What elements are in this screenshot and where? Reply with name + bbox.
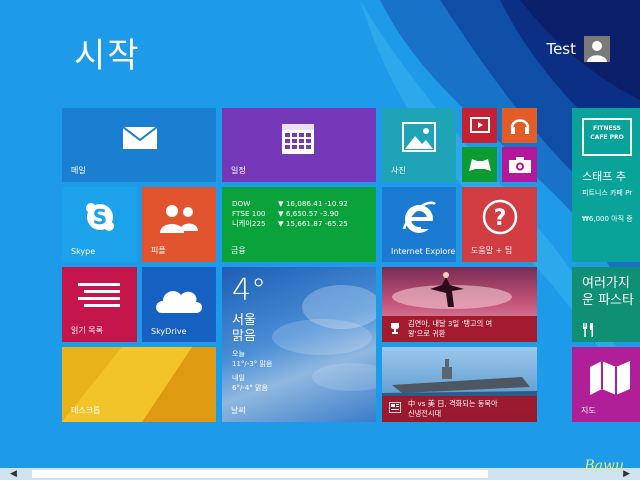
weather-temperature: 4° (232, 273, 267, 308)
tile-video[interactable] (462, 108, 497, 143)
calendar-icon (282, 124, 314, 154)
tile-music[interactable] (502, 108, 537, 143)
tile-games[interactable] (462, 147, 497, 182)
food-headline: 여러가지 운 파스타 (582, 276, 634, 308)
tile-skydrive[interactable]: SkyDrive (142, 267, 216, 342)
tile-reading-list[interactable]: 읽기 목록 (62, 267, 137, 342)
tile-calendar[interactable]: 일정 (222, 108, 376, 182)
stock-list: DOW ▼ 16,086.41 -10.92 FTSE 100 ▼ 6,650.… (232, 199, 348, 229)
news-caption: 김연아, 내달 3일 '탱고의 여 왕'으로 귀환 (382, 316, 537, 342)
photos-icon (402, 122, 436, 152)
tile-news-headlines[interactable]: 中 vs 美 日, 격화되는 동북아 신냉전시대 (382, 347, 537, 422)
people-icon (160, 205, 198, 233)
skype-icon: S (86, 203, 114, 231)
tile-label: 금융 (231, 246, 246, 255)
stock-row: 니케이225 ▼ 15,661.87 -65.25 (232, 219, 348, 228)
tile-label: 도움말 + 팁 (471, 246, 513, 255)
video-icon (470, 117, 490, 133)
tile-help-tips[interactable]: ? 도움말 + 팁 (462, 187, 537, 262)
fitness-cafe-logo: FITNESS CAFE PRO (582, 118, 632, 156)
svg-text:?: ? (494, 206, 507, 231)
scroll-left-arrow-icon[interactable]: ◀ (10, 468, 17, 480)
tile-label: 지도 (581, 406, 596, 415)
start-title: 시작 (74, 36, 141, 76)
tile-label: Skype (71, 247, 96, 256)
tile-label: 날씨 (231, 406, 246, 415)
weather-forecast: 오늘 11°/-3° 맑음 내일 6°/-4° 맑음 (232, 350, 273, 392)
tile-label: 사진 (391, 166, 406, 175)
tile-people[interactable]: 피플 (142, 187, 216, 262)
tile-mail[interactable]: 메일 (62, 108, 216, 182)
mail-icon (122, 126, 158, 149)
tile-fitness-cafe[interactable]: FITNESS CAFE PRO 스태프 추 피트니스 카페 Pr ₩6,000… (572, 108, 640, 262)
tile-label: 일정 (231, 166, 246, 175)
tile-news-sports[interactable]: 김연아, 내달 3일 '탱고의 여 왕'으로 귀환 (382, 267, 537, 342)
svg-text:S: S (93, 205, 107, 229)
fitness-subtitle: 피트니스 카페 Pr (582, 189, 633, 197)
tile-desktop[interactable]: 데스크톱 (62, 347, 216, 422)
newspaper-icon (389, 402, 401, 413)
tile-label: 메일 (71, 166, 86, 175)
user-avatar-icon (584, 36, 610, 62)
news-photo-skater (392, 272, 512, 309)
news-photo-carrier (382, 359, 537, 397)
tile-label: 읽기 목록 (71, 326, 103, 335)
horizontal-scrollbar[interactable]: ◀ ▶ (0, 468, 640, 480)
stock-row: DOW ▼ 16,086.41 -10.92 (232, 199, 348, 208)
fitness-price: ₩6,000 아직 중 (582, 215, 633, 223)
tile-internet-explorer[interactable]: Internet Explorer (382, 187, 456, 262)
reading-list-icon (78, 283, 120, 307)
internet-explorer-icon (402, 201, 436, 233)
watermark: Bawu (584, 458, 624, 474)
tile-camera[interactable] (502, 147, 537, 182)
tile-label: SkyDrive (151, 327, 187, 336)
tile-photos[interactable]: 사진 (382, 108, 456, 182)
news-caption: 中 vs 美 日, 격화되는 동북아 신냉전시대 (382, 396, 537, 422)
user-name: Test (546, 40, 576, 58)
scroll-right-arrow-icon[interactable]: ▶ (623, 468, 630, 480)
tile-food-drink[interactable]: 여러가지 운 파스타 (572, 267, 640, 342)
fitness-title: 스태프 추 (582, 170, 626, 183)
tile-skype[interactable]: S Skype (62, 187, 137, 262)
cloud-icon (156, 291, 202, 313)
tile-finance[interactable]: DOW ▼ 16,086.41 -10.92 FTSE 100 ▼ 6,650.… (222, 187, 376, 262)
gamepad-icon (469, 159, 491, 171)
headphones-icon (510, 119, 530, 134)
tile-label: 피플 (151, 246, 166, 255)
trophy-icon (391, 323, 399, 334)
user-account[interactable]: Test (546, 36, 610, 62)
weather-location: 서울 맑음 (232, 313, 256, 344)
help-icon: ? (482, 199, 518, 235)
map-icon (590, 361, 630, 395)
scrollbar-thumb[interactable] (32, 470, 488, 478)
fork-knife-icon (583, 323, 593, 337)
camera-icon (509, 157, 531, 173)
tile-label: Internet Explorer (391, 247, 456, 256)
tile-weather[interactable]: 4° 서울 맑음 오늘 11°/-3° 맑음 내일 6°/-4° 맑음 날씨 (222, 267, 376, 422)
tile-label: 데스크톱 (71, 406, 101, 415)
tile-maps[interactable]: 지도 (572, 347, 640, 422)
stock-row: FTSE 100 ▼ 6,650.57 -3.90 (232, 209, 339, 218)
